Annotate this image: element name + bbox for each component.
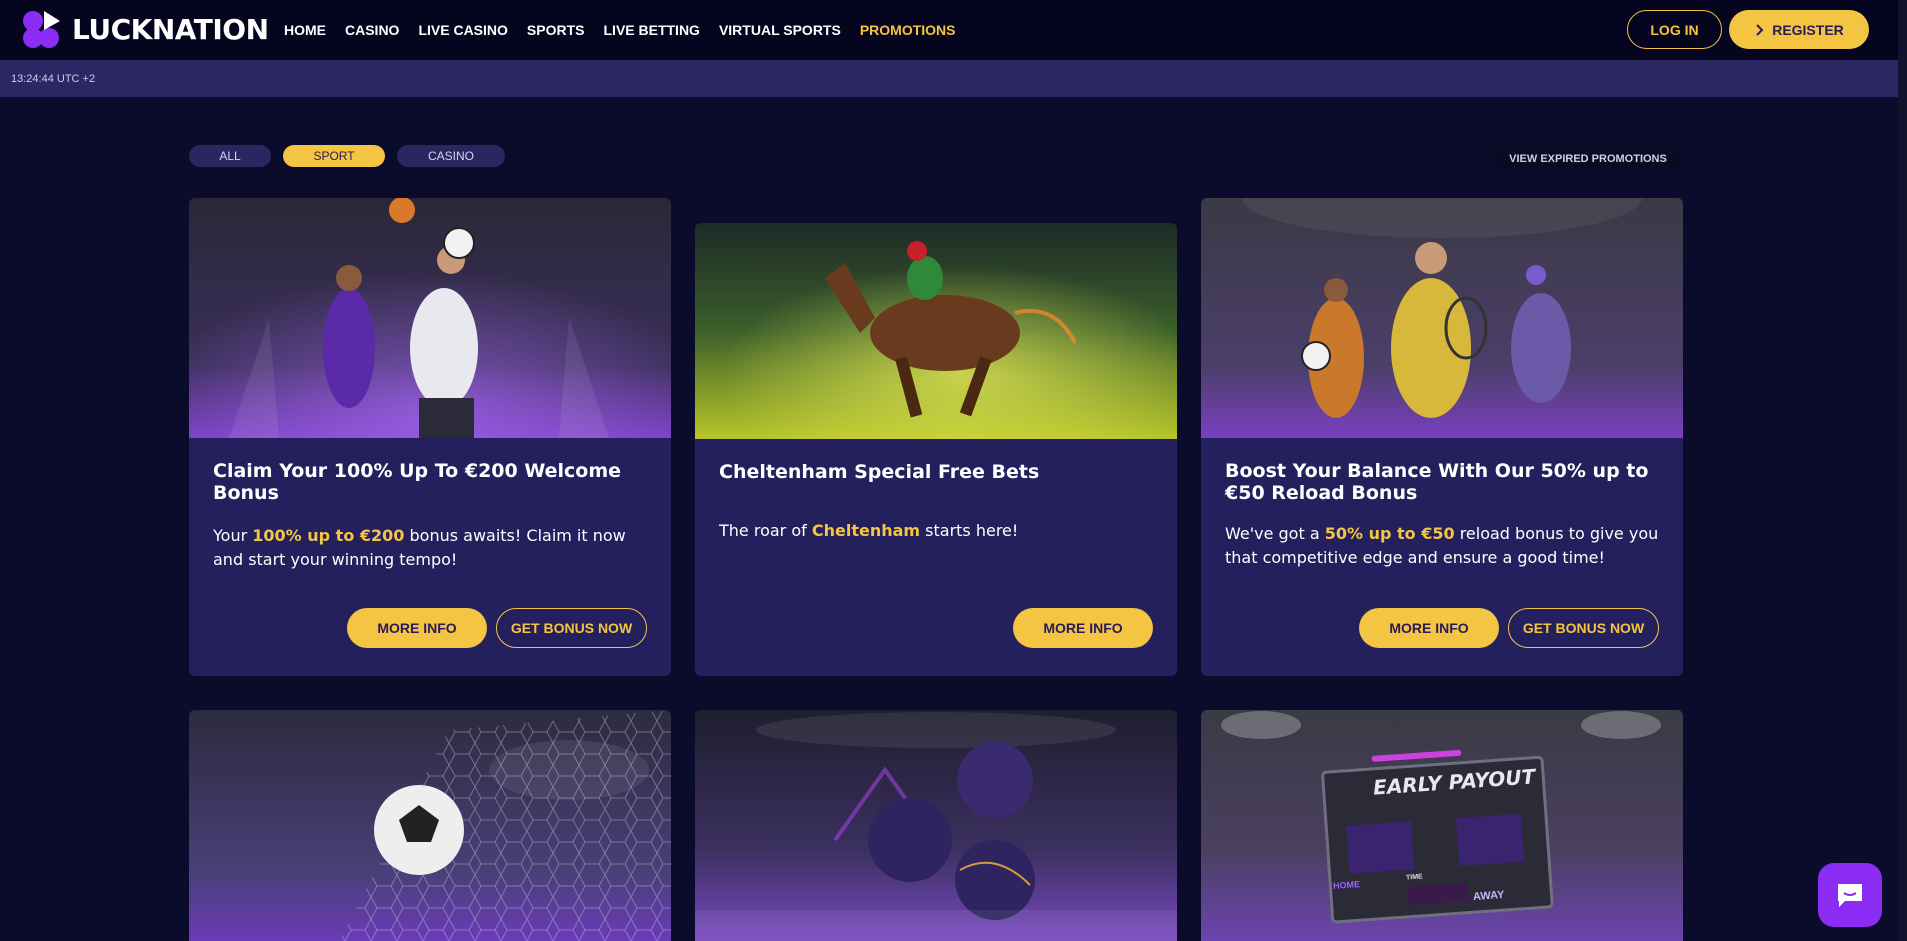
promo-description: The roar of Cheltenham starts here! xyxy=(719,519,1153,543)
promo-title: Cheltenham Special Free Bets xyxy=(719,461,1040,483)
live-chat-button[interactable] xyxy=(1818,863,1882,927)
nav-promotions[interactable]: PROMOTIONS xyxy=(860,22,956,38)
nav-sports[interactable]: SPORTS xyxy=(527,22,585,38)
login-button[interactable]: LOG IN xyxy=(1627,10,1722,49)
promo-actions: MORE INFO GET BONUS NOW xyxy=(1359,608,1659,648)
promo-card-early-payout: EARLY PAYOUT HOME TIME AWAY xyxy=(1201,710,1683,941)
brand-logo[interactable]: LUCKNATION xyxy=(22,9,269,49)
time-bar: 13:24:44 UTC +2 xyxy=(0,60,1898,97)
promo-card-reload: Boost Your Balance With Our 50% up to €5… xyxy=(1201,198,1683,676)
promo-card-welcome: Claim Your 100% Up To €200 Welcome Bonus… xyxy=(189,198,671,676)
nav-casino[interactable]: CASINO xyxy=(345,22,399,38)
promo-image-football-net xyxy=(189,710,671,941)
chevron-right-icon xyxy=(1756,23,1764,36)
promo-text-highlight: 100% up to €200 xyxy=(252,526,405,545)
nav-virtual-sports[interactable]: VIRTUAL SPORTS xyxy=(719,22,841,38)
promo-text-pre: Your xyxy=(213,526,253,545)
page-scrollbar[interactable] xyxy=(1898,0,1907,941)
promo-card-balls xyxy=(695,710,1177,941)
promo-title: Boost Your Balance With Our 50% up to €5… xyxy=(1225,460,1649,504)
promo-actions: MORE INFO xyxy=(1013,608,1153,648)
more-info-button[interactable]: MORE INFO xyxy=(347,608,487,648)
promo-actions: MORE INFO GET BONUS NOW xyxy=(347,608,647,648)
get-bonus-button[interactable]: GET BONUS NOW xyxy=(1508,608,1659,648)
promo-image-athletes xyxy=(1201,198,1683,438)
view-expired-promotions-link[interactable]: VIEW EXPIRED PROMOTIONS xyxy=(1494,148,1682,170)
more-info-button[interactable]: MORE INFO xyxy=(1359,608,1499,648)
promo-card-cheltenham: Cheltenham Special Free Bets The roar of… xyxy=(695,223,1177,676)
promo-image-scoreboard: EARLY PAYOUT HOME TIME AWAY xyxy=(1201,710,1683,941)
clock-text: 13:24:44 UTC +2 xyxy=(11,72,96,85)
promo-card-net xyxy=(189,710,671,941)
scoreboard-away-label: AWAY xyxy=(1472,888,1505,904)
scoreboard-home-label: HOME xyxy=(1332,879,1361,891)
promo-text-highlight: Cheltenham xyxy=(811,521,921,540)
lucknation-logo-icon xyxy=(23,11,60,48)
promo-text-highlight: 50% up to €50 xyxy=(1324,524,1455,543)
promo-image-sports-balls xyxy=(695,710,1177,941)
chat-bubble-icon xyxy=(1838,884,1862,907)
promo-description: We've got a 50% up to €50 reload bonus t… xyxy=(1225,522,1659,570)
top-header: LUCKNATION HOME CASINO LIVE CASINO SPORT… xyxy=(0,0,1898,60)
promo-image-horse-racing xyxy=(695,223,1177,439)
filter-all[interactable]: ALL xyxy=(189,145,271,167)
register-label: REGISTER xyxy=(1772,21,1844,38)
promo-filters: ALL SPORT CASINO xyxy=(189,145,505,167)
nav-home[interactable]: HOME xyxy=(284,22,326,38)
filter-casino[interactable]: CASINO xyxy=(397,145,505,167)
filter-sport[interactable]: SPORT xyxy=(283,145,385,167)
promo-text-pre: The roar of xyxy=(719,521,812,540)
main-nav: HOME CASINO LIVE CASINO SPORTS LIVE BETT… xyxy=(284,0,956,60)
promo-image-multisport xyxy=(189,198,671,438)
promo-description: Your 100% up to €200 bonus awaits! Claim… xyxy=(213,524,647,572)
register-button[interactable]: REGISTER xyxy=(1729,10,1869,49)
get-bonus-button[interactable]: GET BONUS NOW xyxy=(496,608,647,648)
scoreboard-time-label: TIME xyxy=(1405,873,1423,882)
promo-text-post: starts here! xyxy=(920,521,1019,540)
more-info-button[interactable]: MORE INFO xyxy=(1013,608,1153,648)
nav-live-betting[interactable]: LIVE BETTING xyxy=(604,22,700,38)
nav-live-casino[interactable]: LIVE CASINO xyxy=(418,22,507,38)
brand-name: LUCKNATION xyxy=(72,12,269,46)
promo-text-pre: We've got a xyxy=(1225,524,1325,543)
promo-title: Claim Your 100% Up To €200 Welcome Bonus xyxy=(213,460,622,504)
